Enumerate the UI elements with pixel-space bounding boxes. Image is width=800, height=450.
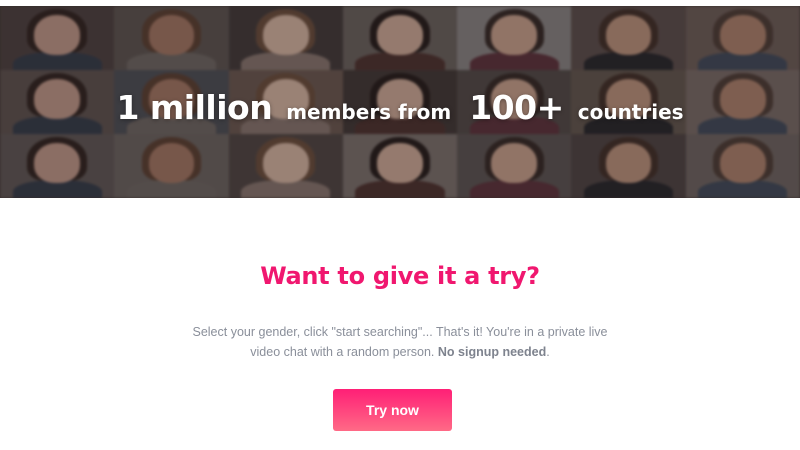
try-now-button[interactable]: Try now [333, 389, 452, 431]
cta-description-end: . [546, 345, 550, 359]
cta-description: Select your gender, click "start searchi… [190, 322, 610, 362]
countries-count: 100+ [469, 88, 564, 127]
cta-title: Want to give it a try? [260, 262, 540, 290]
members-count: 1 million [116, 88, 273, 127]
countries-text: countries [577, 100, 684, 124]
hero-banner: 1 million members from 100+ countries [0, 6, 800, 198]
hero-headline: 1 million members from 100+ countries [0, 88, 800, 127]
page: 1 million members from 100+ countries Want … [0, 0, 800, 450]
no-signup-emphasis: No signup needed [437, 345, 547, 359]
members-text: members from [286, 100, 452, 124]
